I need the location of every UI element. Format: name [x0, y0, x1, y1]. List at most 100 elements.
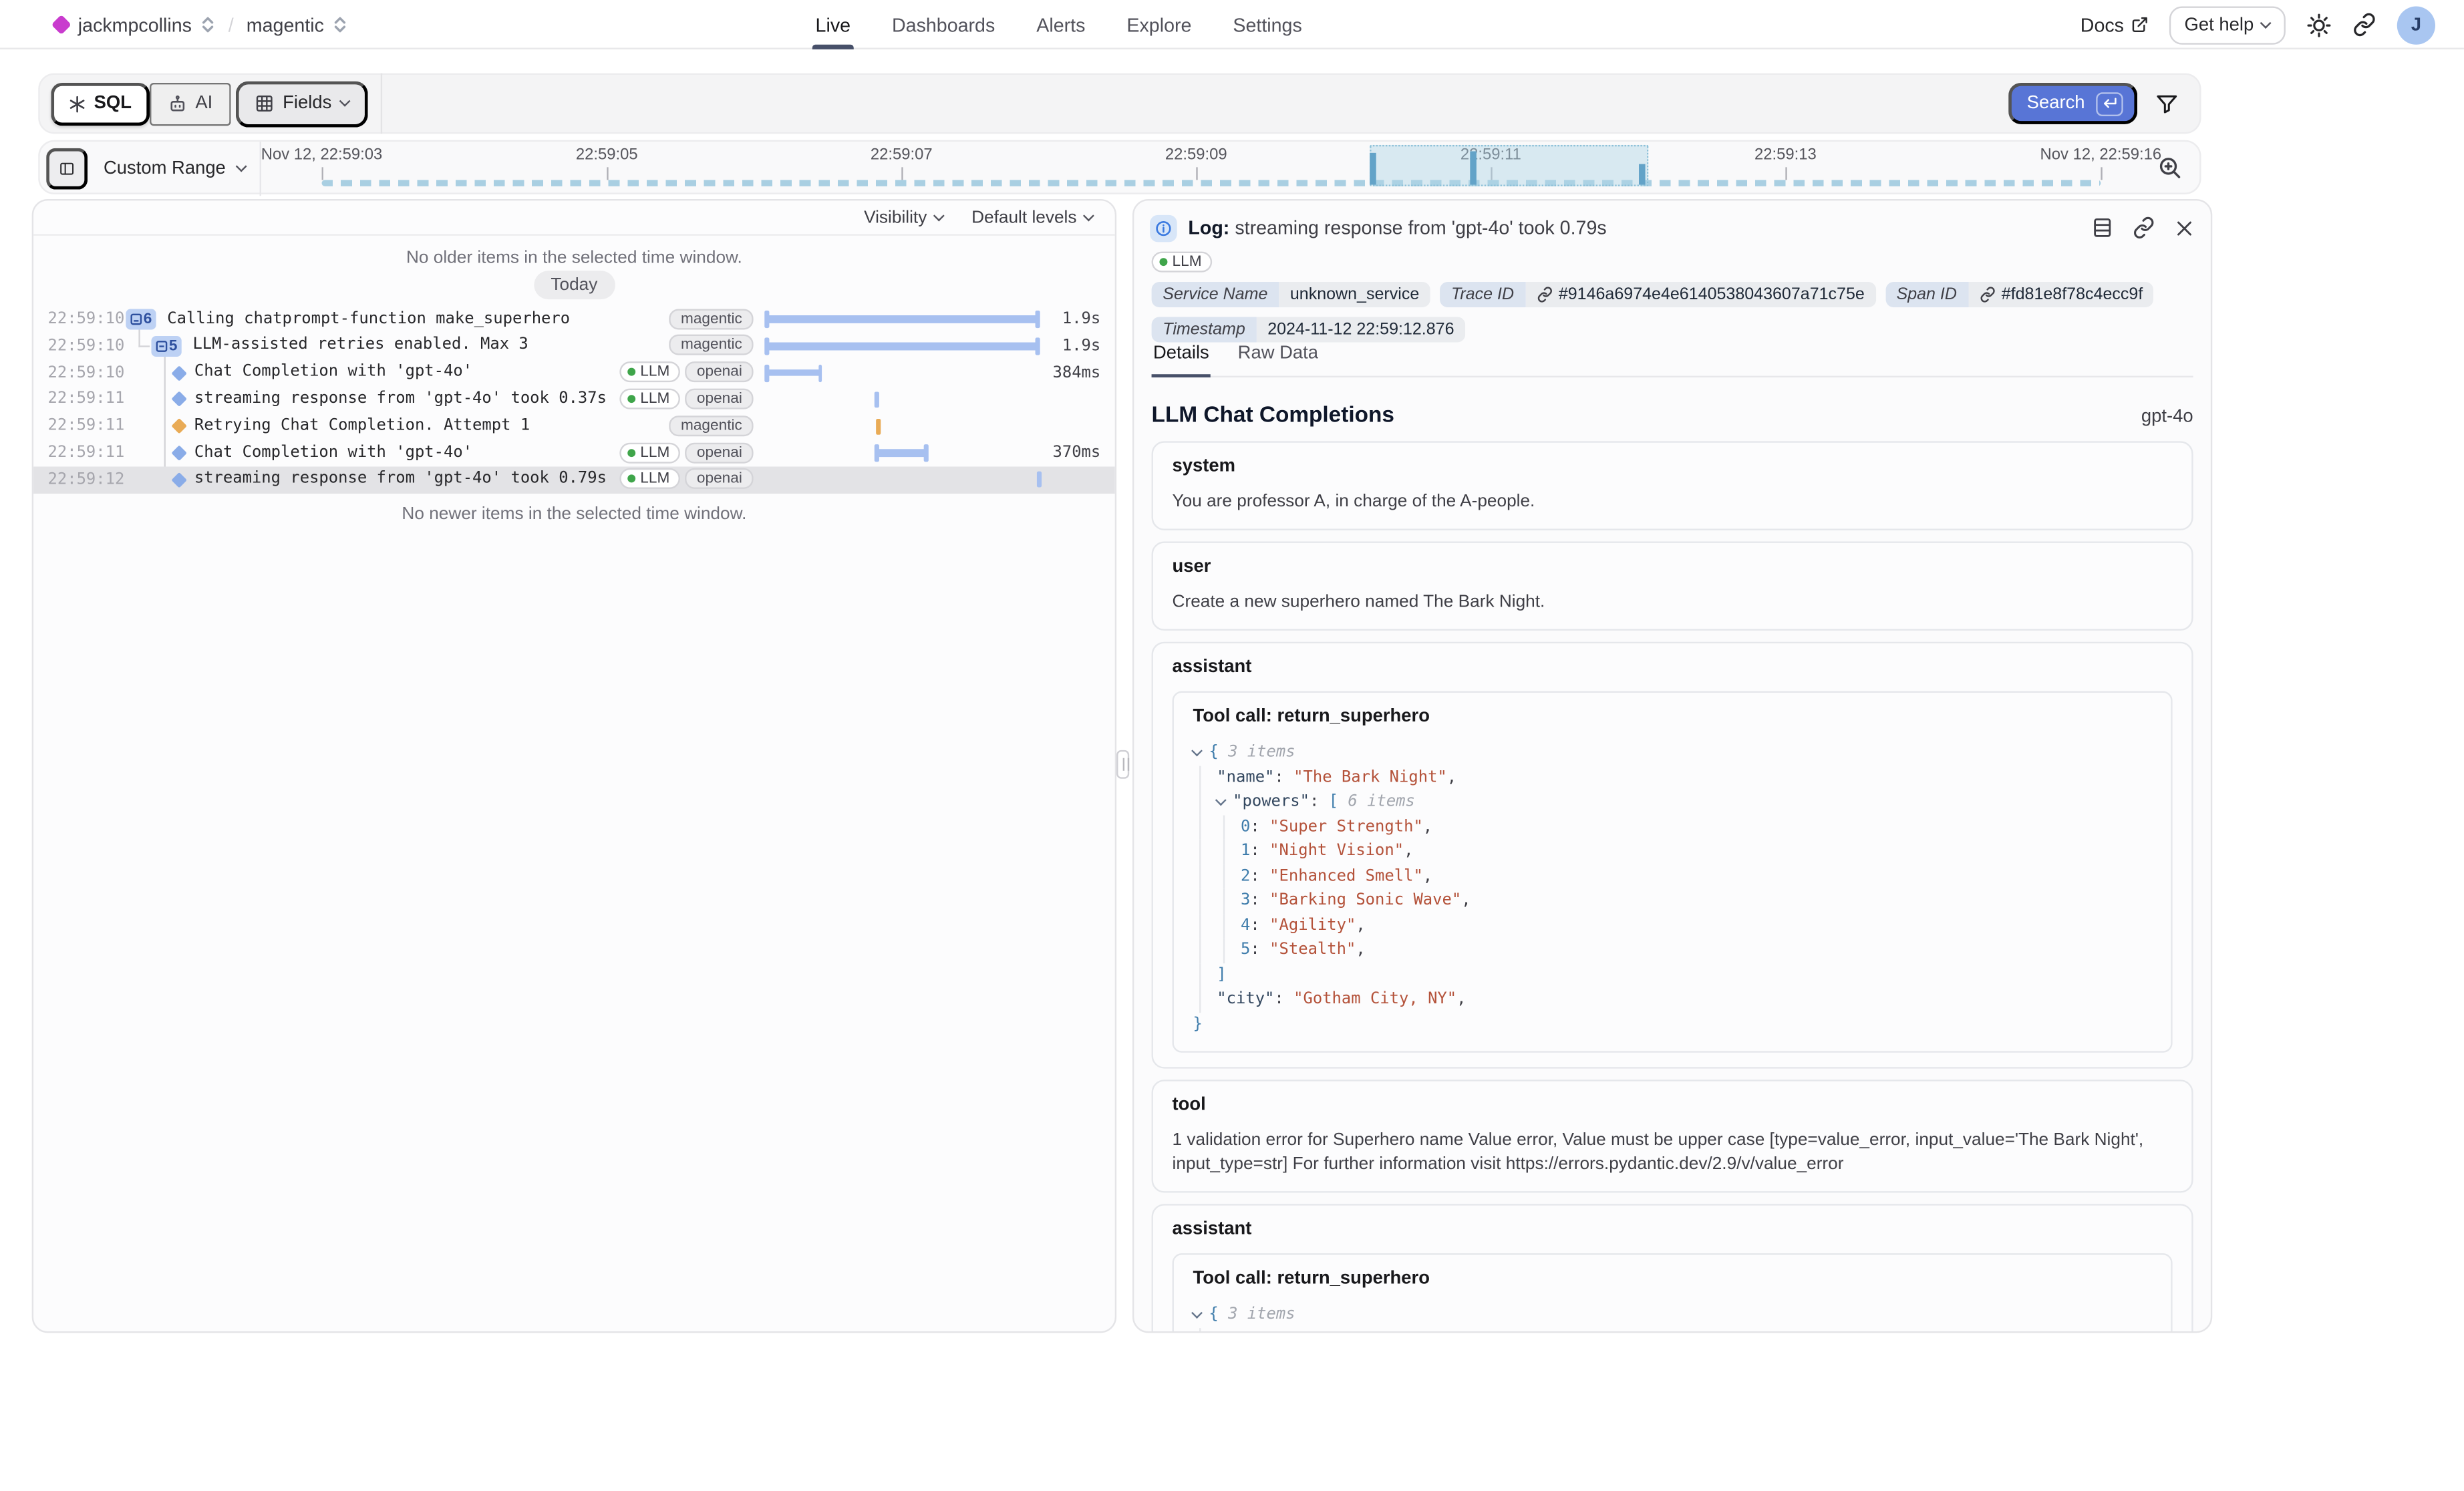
log-row[interactable]: 22:59:11Retrying Chat Completion. Attemp…: [33, 413, 1115, 440]
message-card-user: user Create a new superhero named The Bar…: [1152, 542, 2193, 631]
tab-dashboards[interactable]: Dashboards: [892, 0, 995, 49]
share-link-icon[interactable]: [2352, 13, 2376, 37]
json-line: 3: "Barking Sonic Wave",: [1193, 888, 2152, 913]
fields-table-icon: [254, 94, 273, 114]
panel-resize-handle[interactable]: [1116, 750, 1129, 779]
message-text: Create a new superhero named The Bark Ni…: [1173, 591, 2173, 615]
json-token: ,: [1447, 769, 1456, 786]
json-line: 0: "Super Strength",: [1193, 814, 2152, 839]
open-in-table-icon[interactable]: [2091, 216, 2113, 238]
json-token: :: [1250, 818, 1269, 836]
copy-link-icon[interactable]: [2133, 216, 2155, 238]
json-collapse-chevron-icon[interactable]: [1191, 1308, 1203, 1319]
json-token: 4: [1241, 917, 1250, 935]
collapse-panel-button[interactable]: [46, 148, 88, 190]
log-row[interactable]: 22:59:106Calling chatprompt-function mak…: [33, 306, 1115, 333]
detail-tab-raw-data[interactable]: Raw Data: [1236, 344, 1320, 376]
filter-button[interactable]: [2155, 92, 2179, 116]
zoom-in-button[interactable]: [2157, 154, 2184, 186]
json-collapse-chevron-icon[interactable]: [1191, 746, 1203, 757]
meta-pill-span-id[interactable]: Span ID#fd81e8f78c4ecc9f: [1885, 282, 2154, 307]
json-line: 1: "Night Vision",: [1193, 839, 2152, 864]
log-row[interactable]: 22:59:105LLM-assisted retries enabled. M…: [33, 333, 1115, 359]
log-row-duration: 370ms: [1024, 444, 1100, 462]
log-row[interactable]: 22:59:11streaming response from 'gpt-4o'…: [33, 386, 1115, 413]
user-avatar[interactable]: J: [2397, 5, 2435, 43]
chevron-down-icon: [339, 96, 351, 107]
llm-dot-icon: [627, 395, 635, 403]
magentic-badge: magentic: [669, 415, 753, 436]
info-icon: [1150, 214, 1177, 242]
span-duration-bar: [766, 343, 1039, 350]
theme-toggle-icon[interactable]: [2306, 12, 2332, 37]
meta-pill-service-name[interactable]: Service Nameunknown_service: [1152, 282, 1430, 307]
time-range-selector[interactable]: Custom Range: [104, 142, 245, 196]
json-collapse-chevron-icon[interactable]: [1215, 795, 1227, 806]
collapse-toggle[interactable]: 6: [126, 309, 156, 329]
tab-explore[interactable]: Explore: [1126, 0, 1191, 49]
histogram-bar: [1370, 153, 1375, 185]
log-row[interactable]: 22:59:11Chat Completion with 'gpt-4o'LLM…: [33, 440, 1115, 466]
llm-dot-icon: [627, 368, 635, 376]
json-indent-guide: [1193, 913, 1217, 938]
sql-label: SQL: [94, 94, 132, 114]
breadcrumb-project[interactable]: magentic: [247, 13, 324, 35]
json-token: "Enhanced Smell": [1269, 868, 1423, 885]
timeline-selection[interactable]: [1370, 145, 1648, 186]
meta-pill-trace-id[interactable]: Trace ID#9146a6974e4e6140538043607a71c75…: [1440, 282, 1875, 307]
log-row-time: 22:59:10: [48, 337, 125, 355]
openai-badge: openai: [685, 442, 753, 463]
json-token: "name": [1217, 1331, 1274, 1333]
message-role: assistant: [1173, 658, 2173, 677]
org-selector-icon[interactable]: [201, 16, 215, 33]
log-row[interactable]: 22:59:12streaming response from 'gpt-4o'…: [33, 466, 1115, 493]
message-role: user: [1173, 557, 2173, 576]
project-selector-icon[interactable]: [333, 16, 347, 33]
log-title: Log: streaming response from 'gpt-4o' to…: [1188, 216, 1606, 238]
json-token: 5: [1241, 941, 1250, 959]
log-row-duration: 1.9s: [1024, 311, 1100, 328]
app-window: jackmpcollins / magentic LiveDashboardsA…: [0, 0, 2464, 1490]
sql-mode-button[interactable]: SQL: [51, 82, 149, 125]
message-role: system: [1173, 457, 2173, 476]
json-token: :: [1250, 941, 1269, 959]
tab-settings[interactable]: Settings: [1233, 0, 1301, 49]
ai-mode-button[interactable]: AI: [149, 82, 230, 125]
event-tick: [1037, 472, 1041, 488]
llm-dot-icon: [627, 475, 635, 483]
json-line: { 3 items: [1193, 741, 2152, 766]
log-row-duration: 384ms: [1024, 364, 1100, 381]
collapse-count: 6: [144, 311, 152, 328]
detail-tab-details[interactable]: Details: [1152, 344, 1211, 377]
tab-alerts[interactable]: Alerts: [1036, 0, 1085, 49]
json-token: 0: [1241, 818, 1250, 836]
json-token: :: [1310, 794, 1329, 811]
tab-live[interactable]: Live: [816, 0, 851, 49]
get-help-button[interactable]: Get help: [2169, 5, 2286, 43]
time-range-label: Custom Range: [104, 159, 226, 178]
json-token: "THE BARK NIGHT": [1293, 1331, 1447, 1333]
collapse-toggle[interactable]: 5: [151, 336, 181, 357]
docs-link[interactable]: Docs: [2081, 13, 2148, 35]
log-row[interactable]: 22:59:10Chat Completion with 'gpt-4o'LLM…: [33, 359, 1115, 386]
fields-button[interactable]: Fields: [235, 80, 369, 126]
breadcrumb-org[interactable]: jackmpcollins: [78, 13, 192, 35]
json-indent-guide: [1217, 839, 1241, 864]
llm-badge-label: LLM: [1173, 253, 1202, 271]
tool-call-card: Tool call: return_superhero{ 3 items"nam…: [1173, 1253, 2173, 1333]
close-icon[interactable]: [2174, 217, 2195, 238]
search-button[interactable]: Search: [2008, 83, 2137, 124]
json-token: [: [1329, 794, 1348, 811]
enter-key-icon: [2096, 92, 2123, 116]
meta-pill-timestamp[interactable]: Timestamp2024-11-12 22:59:12.876: [1152, 317, 1466, 342]
llm-badge: LLM: [619, 361, 681, 382]
magentic-badge: magentic: [669, 335, 753, 355]
message-text: You are professor A, in charge of the A-…: [1173, 490, 2173, 514]
fields-label: Fields: [283, 94, 331, 114]
json-token: 3: [1241, 892, 1250, 910]
nav-actions: Docs Get help J: [2081, 0, 2435, 49]
json-token: ,: [1447, 1331, 1456, 1333]
meta-label: Trace ID: [1440, 282, 1525, 307]
span-duration-bar: [766, 369, 820, 377]
json-indent-guide: [1193, 839, 1217, 864]
